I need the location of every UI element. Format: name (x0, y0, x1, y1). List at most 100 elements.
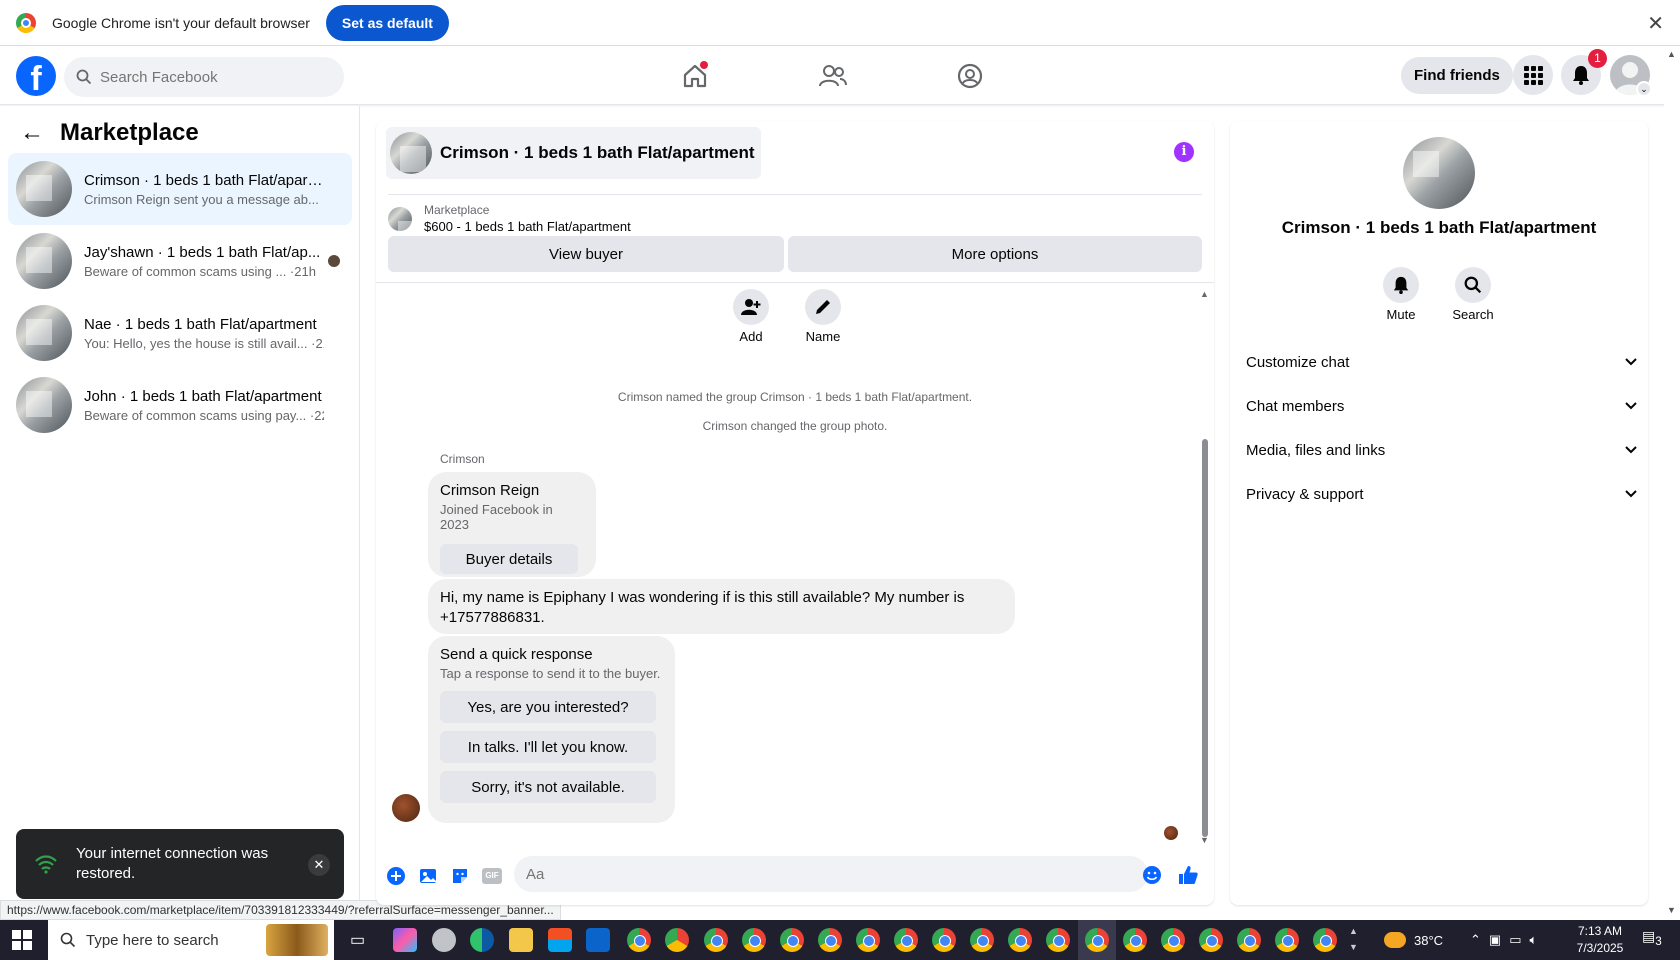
listing-label: Marketplace (424, 203, 490, 217)
grid-menu-icon (1524, 66, 1543, 85)
conversation-preview: Beware of common scams using pay... ·22h (84, 407, 324, 423)
menu-button[interactable] (1513, 55, 1553, 95)
chrome-icon[interactable] (1313, 928, 1337, 952)
gif-button[interactable]: GIF (480, 864, 504, 888)
chrome-profile-icon[interactable] (665, 928, 689, 952)
add-person-button[interactable] (733, 289, 769, 325)
conversation-preview: Beware of common scams using ... ·21h (84, 263, 316, 279)
add-label: Add (739, 329, 763, 344)
chrome-icon[interactable] (818, 928, 842, 952)
chrome-icon[interactable] (894, 928, 918, 952)
chat-title: Crimson · 1 beds 1 bath Flat/apartment (440, 143, 755, 162)
section-chat-members[interactable]: Chat members (1246, 388, 1638, 424)
view-buyer-button[interactable]: View buyer (388, 236, 784, 272)
quick-response-option[interactable]: Sorry, it's not available. (440, 771, 656, 803)
windows-start-icon[interactable] (12, 930, 32, 950)
chat-header[interactable]: Crimson · 1 beds 1 bath Flat/apartment (386, 127, 761, 179)
thumbs-up-icon[interactable] (1176, 863, 1200, 887)
chrome-icon[interactable] (1085, 928, 1109, 952)
search-input[interactable] (100, 68, 320, 86)
bell-icon (1573, 66, 1589, 85)
scroll-down-icon[interactable]: ▼ (1200, 835, 1209, 845)
panel-title: Crimson · 1 beds 1 bath Flat/apartment (1281, 218, 1597, 237)
search-bar[interactable] (64, 57, 344, 97)
meet-now-icon[interactable]: ▣ (1489, 932, 1501, 948)
divider (376, 282, 1214, 283)
find-friends-button[interactable]: Find friends (1401, 57, 1513, 94)
chrome-icon[interactable] (970, 928, 994, 952)
chevron-down-icon[interactable]: ⌄ (1636, 81, 1652, 97)
sticker-icon[interactable] (448, 864, 472, 888)
chrome-icon[interactable] (627, 928, 651, 952)
section-privacy-support[interactable]: Privacy & support (1246, 476, 1638, 512)
edge-icon[interactable] (470, 928, 494, 952)
quick-response-option[interactable]: Yes, are you interested? (440, 691, 656, 723)
quick-response-option[interactable]: In talks. I'll let you know. (440, 731, 656, 763)
buyer-details-button[interactable]: Buyer details (440, 544, 578, 574)
section-customize-chat[interactable]: Customize chat (1246, 344, 1638, 380)
chat-scrollbar[interactable]: ▲ ▼ (1200, 289, 1210, 849)
close-icon[interactable]: ✕ (1647, 11, 1664, 36)
chrome-icon[interactable] (932, 928, 956, 952)
scroll-down-icon[interactable]: ▼ (1667, 905, 1676, 915)
scroll-up-icon[interactable]: ▲ (1667, 49, 1676, 59)
photo-icon[interactable] (416, 864, 440, 888)
windows-taskbar: Type here to search ▭ ▲ ▼ 38°C ⌃ ▣ ▭ 🔈︎ 7… (0, 920, 1680, 960)
conversation-title: John · 1 beds 1 bath Flat/apartment (84, 387, 322, 405)
conversation-item[interactable]: Nae · 1 beds 1 bath Flat/apartment You: … (8, 297, 352, 369)
scroll-up-icon[interactable]: ▲ (1200, 289, 1209, 299)
chrome-icon[interactable] (1275, 928, 1299, 952)
chrome-icon[interactable] (1008, 928, 1032, 952)
chevron-up-icon[interactable]: ⌃ (1470, 932, 1481, 948)
search-button[interactable] (1455, 267, 1491, 303)
listing-summary[interactable]: Marketplace $600 - 1 beds 1 bath Flat/ap… (388, 194, 1202, 234)
weather-widget[interactable]: 38°C (1384, 920, 1443, 960)
marketplace-sidebar: ← Marketplace Crimson · 1 beds 1 bath Fl… (0, 106, 360, 900)
conversation-item[interactable]: Jay'shawn · 1 beds 1 bath Flat/ap... Bew… (8, 225, 352, 297)
network-icon[interactable]: ▭ (1509, 932, 1521, 948)
chrome-icon[interactable] (1046, 928, 1070, 952)
close-icon[interactable]: ✕ (308, 854, 330, 876)
clock[interactable]: 7:13 AM 7/3/2025 (1560, 923, 1640, 957)
volume-icon[interactable]: 🔈︎ (1530, 932, 1538, 948)
edit-name-button[interactable] (805, 289, 841, 325)
taskbar-search[interactable]: Type here to search (48, 920, 334, 960)
mute-button[interactable] (1383, 267, 1419, 303)
chrome-icon[interactable] (704, 928, 728, 952)
chrome-icon[interactable] (1161, 928, 1185, 952)
file-explorer-icon[interactable] (509, 928, 533, 952)
more-options-button[interactable]: More options (788, 236, 1202, 272)
set-as-default-button[interactable]: Set as default (325, 4, 449, 41)
scroll-thumb[interactable] (1202, 439, 1208, 837)
chrome-icon[interactable] (1237, 928, 1261, 952)
home-notification-dot (700, 61, 708, 69)
gif-icon: GIF (482, 868, 502, 884)
info-icon[interactable]: i (1174, 142, 1194, 162)
copilot-icon[interactable] (393, 928, 417, 952)
message-input[interactable] (514, 856, 1148, 892)
chrome-icon[interactable] (1199, 928, 1223, 952)
emoji-icon[interactable] (1140, 863, 1164, 887)
store-icon[interactable] (548, 928, 572, 952)
section-media-files-links[interactable]: Media, files and links (1246, 432, 1638, 468)
conversation-item[interactable]: Crimson · 1 beds 1 bath Flat/apart... Cr… (8, 153, 352, 225)
home-nav-button[interactable] (678, 59, 712, 93)
friends-nav-button[interactable] (816, 59, 850, 93)
notifications-button[interactable]: 1 (1561, 49, 1607, 95)
groups-nav-button[interactable] (953, 59, 987, 93)
buyer-name: Crimson Reign (440, 482, 540, 499)
window-scrollbar[interactable]: ▲ ▼ (1664, 47, 1680, 920)
back-arrow-icon[interactable]: ← (20, 119, 44, 147)
facebook-logo[interactable]: f (16, 56, 56, 96)
chrome-icon[interactable] (1123, 928, 1147, 952)
notification-center-icon[interactable]: ▤3 (1642, 928, 1662, 948)
chrome-icon[interactable] (742, 928, 766, 952)
app-icon[interactable] (432, 928, 456, 952)
conversation-item[interactable]: John · 1 beds 1 bath Flat/apartment Bewa… (8, 369, 352, 441)
outlook-icon[interactable] (586, 928, 610, 952)
taskbar-scroll-icon[interactable]: ▲ ▼ (1349, 923, 1358, 955)
plus-circle-icon[interactable] (384, 864, 408, 888)
task-view-icon[interactable]: ▭ (350, 930, 365, 950)
chrome-icon[interactable] (856, 928, 880, 952)
chrome-icon[interactable] (780, 928, 804, 952)
